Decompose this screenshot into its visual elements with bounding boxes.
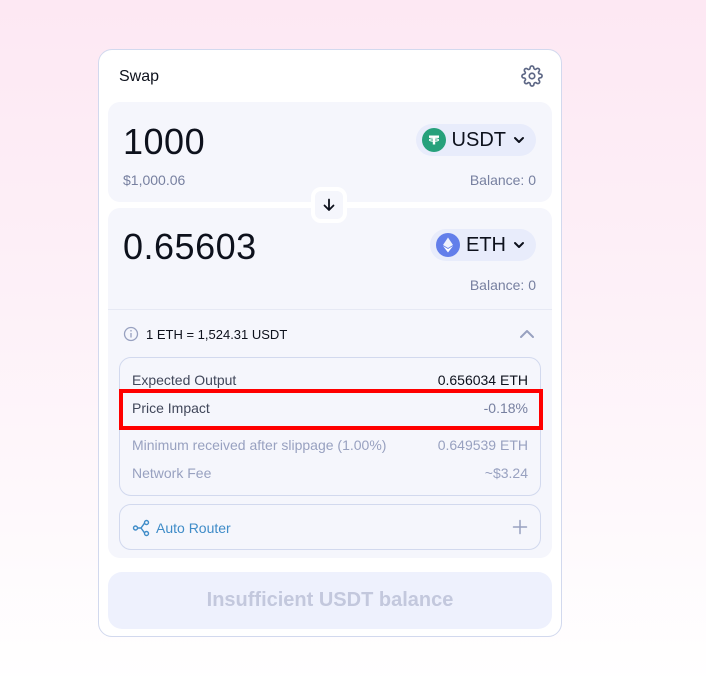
info-icon — [123, 326, 139, 342]
chevron-down-icon — [514, 242, 524, 248]
expected-output-label: Expected Output — [132, 372, 237, 388]
network-fee-label: Network Fee — [132, 465, 212, 481]
output-token-selector[interactable]: ETH — [430, 229, 536, 261]
cta-label: Insufficient USDT balance — [206, 589, 454, 611]
input-token-selector[interactable]: USDT — [415, 124, 536, 156]
input-usd-value: $1,000.06 — [123, 172, 186, 188]
network-fee-value: ~$3.24 — [484, 465, 528, 481]
price-impact-label: Price Impact — [132, 400, 210, 416]
chevron-down-icon — [514, 137, 524, 143]
minimum-received-label: Minimum received after slippage (1.00%) — [132, 437, 387, 453]
expected-output-row: Expected Output 0.656034 ETH — [132, 372, 528, 388]
price-impact-value: -0.18% — [483, 400, 528, 416]
auto-router-row[interactable]: Auto Router — [119, 504, 541, 550]
router-icon — [132, 519, 150, 537]
input-balance: Balance: 0 — [469, 172, 536, 188]
insufficient-balance-button[interactable]: Insufficient USDT balance — [108, 572, 552, 629]
rate-row[interactable]: 1 ETH = 1,524.31 USDT — [123, 326, 536, 344]
input-token-name: USDT — [451, 128, 506, 151]
input-amount[interactable]: 1000 — [123, 121, 205, 163]
plus-icon[interactable] — [512, 519, 528, 535]
switch-direction-button[interactable] — [311, 187, 347, 223]
output-token-name: ETH — [466, 233, 506, 256]
output-amount[interactable]: 0.65603 — [123, 226, 257, 268]
output-balance: Balance: 0 — [469, 277, 536, 293]
gear-icon[interactable] — [521, 65, 543, 87]
swap-card: Swap 1000 USDT $1,000.06 Balance: 0 0.65… — [98, 49, 562, 637]
auto-router-label: Auto Router — [156, 520, 231, 536]
minimum-received-row: Minimum received after slippage (1.00%) … — [132, 437, 528, 453]
exchange-rate: 1 ETH = 1,524.31 USDT — [146, 327, 288, 342]
minimum-received-value: 0.649539 ETH — [437, 437, 528, 453]
expected-output-value: 0.656034 ETH — [437, 372, 528, 388]
output-panel: 0.65603 ETH Balance: 0 1 ETH = 1,524.31 … — [108, 208, 552, 558]
eth-icon — [436, 233, 460, 257]
price-impact-row: Price Impact -0.18% — [132, 400, 528, 416]
swap-title: Swap — [119, 68, 160, 85]
divider — [108, 309, 552, 310]
arrow-down-icon — [323, 198, 335, 211]
network-fee-row: Network Fee ~$3.24 — [132, 465, 528, 481]
usdt-icon — [421, 128, 446, 152]
swap-header: Swap — [119, 65, 543, 88]
trade-details: Expected Output 0.656034 ETH Price Impac… — [119, 357, 541, 496]
chevron-up-icon[interactable] — [518, 325, 536, 343]
